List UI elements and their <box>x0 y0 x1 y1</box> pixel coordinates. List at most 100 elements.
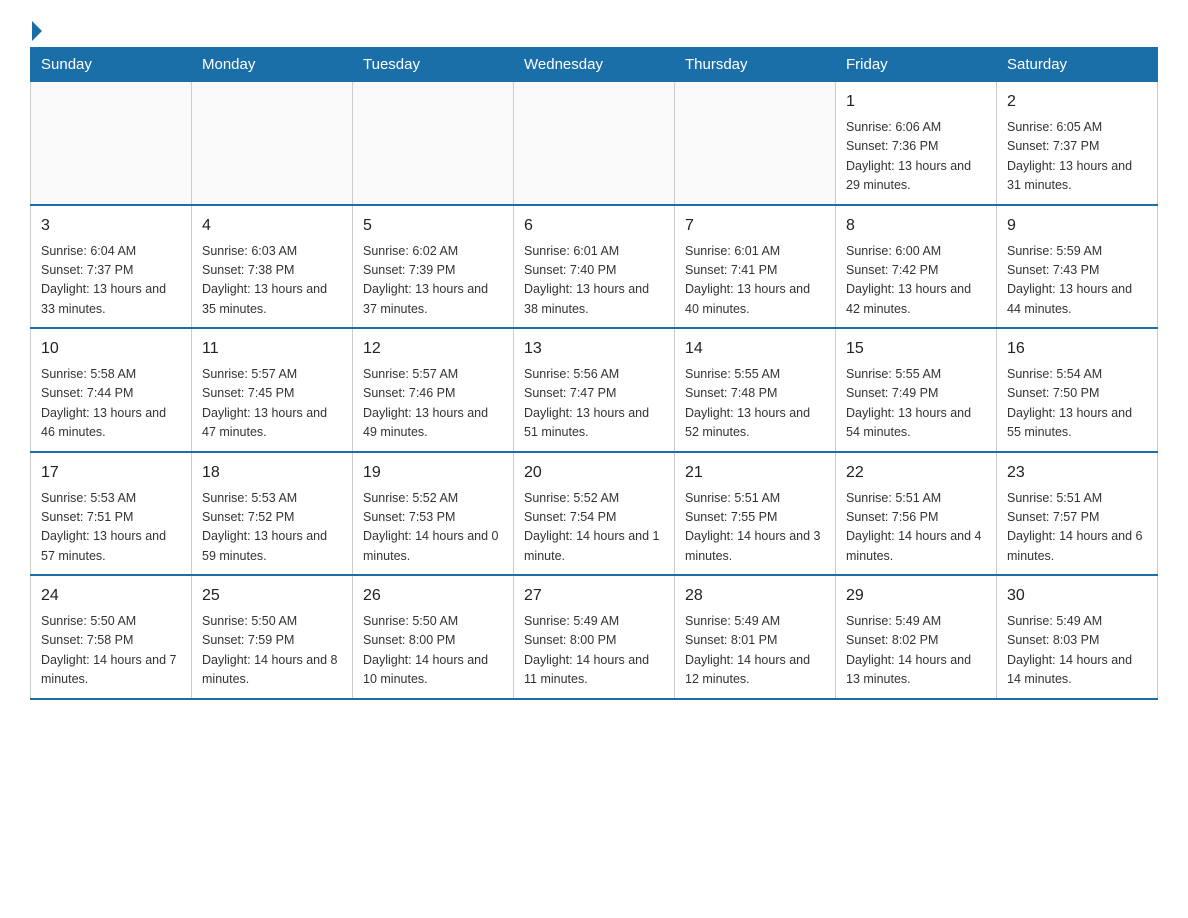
day-number: 28 <box>685 584 825 608</box>
day-info: Sunrise: 5:50 AM Sunset: 8:00 PM Dayligh… <box>363 612 503 690</box>
day-info: Sunrise: 5:53 AM Sunset: 7:52 PM Dayligh… <box>202 489 342 567</box>
week-row-1: 1Sunrise: 6:06 AM Sunset: 7:36 PM Daylig… <box>31 82 1158 205</box>
day-info: Sunrise: 5:57 AM Sunset: 7:45 PM Dayligh… <box>202 365 342 443</box>
calendar-cell: 7 Sunrise: 6:01 AM Sunset: 7:41 PM Daylig… <box>675 205 836 329</box>
week-row-5: 24 Sunrise: 5:50 AM Sunset: 7:58 PM Dayli… <box>31 575 1158 699</box>
weekday-header-saturday: Saturday <box>997 48 1158 82</box>
day-info: Sunrise: 5:49 AM Sunset: 8:03 PM Dayligh… <box>1007 612 1147 690</box>
calendar-cell: 29 Sunrise: 5:49 AM Sunset: 8:02 PM Dayli… <box>836 575 997 699</box>
day-info: Sunrise: 6:01 AM Sunset: 7:40 PM Dayligh… <box>524 242 664 320</box>
calendar-cell: 19Sunrise: 5:52 AM Sunset: 7:53 PM Dayli… <box>353 452 514 576</box>
day-info: Sunrise: 6:00 AM Sunset: 7:42 PM Dayligh… <box>846 242 986 320</box>
calendar-cell: 22 Sunrise: 5:51 AM Sunset: 7:56 PM Dayli… <box>836 452 997 576</box>
logo-general-text <box>30 25 42 41</box>
day-info: Sunrise: 6:02 AM Sunset: 7:39 PM Dayligh… <box>363 242 503 320</box>
weekday-header-wednesday: Wednesday <box>514 48 675 82</box>
calendar-table: SundayMondayTuesdayWednesdayThursdayFrid… <box>30 47 1158 700</box>
calendar-cell: 30 Sunrise: 5:49 AM Sunset: 8:03 PM Dayli… <box>997 575 1158 699</box>
day-number: 13 <box>524 337 664 361</box>
calendar-cell: 17 Sunrise: 5:53 AM Sunset: 7:51 PM Dayli… <box>31 452 192 576</box>
logo-arrow-icon <box>32 21 42 41</box>
calendar-cell <box>353 82 514 205</box>
calendar-cell: 20 Sunrise: 5:52 AM Sunset: 7:54 PM Dayli… <box>514 452 675 576</box>
day-number: 12 <box>363 337 503 361</box>
day-info: Sunrise: 5:56 AM Sunset: 7:47 PM Dayligh… <box>524 365 664 443</box>
day-number: 22 <box>846 461 986 485</box>
day-number: 25 <box>202 584 342 608</box>
calendar-cell: 1Sunrise: 6:06 AM Sunset: 7:36 PM Daylig… <box>836 82 997 205</box>
day-info: Sunrise: 5:49 AM Sunset: 8:01 PM Dayligh… <box>685 612 825 690</box>
calendar-cell: 3 Sunrise: 6:04 AM Sunset: 7:37 PM Daylig… <box>31 205 192 329</box>
day-number: 10 <box>41 337 181 361</box>
calendar-cell: 25 Sunrise: 5:50 AM Sunset: 7:59 PM Dayli… <box>192 575 353 699</box>
day-number: 7 <box>685 214 825 238</box>
day-number: 1 <box>846 90 986 114</box>
day-number: 3 <box>41 214 181 238</box>
day-number: 8 <box>846 214 986 238</box>
calendar-cell: 10Sunrise: 5:58 AM Sunset: 7:44 PM Dayli… <box>31 328 192 452</box>
week-row-4: 17 Sunrise: 5:53 AM Sunset: 7:51 PM Dayli… <box>31 452 1158 576</box>
weekday-header-monday: Monday <box>192 48 353 82</box>
week-row-2: 3 Sunrise: 6:04 AM Sunset: 7:37 PM Daylig… <box>31 205 1158 329</box>
calendar-cell: 2Sunrise: 6:05 AM Sunset: 7:37 PM Daylig… <box>997 82 1158 205</box>
calendar-cell <box>192 82 353 205</box>
calendar-cell <box>31 82 192 205</box>
day-number: 24 <box>41 584 181 608</box>
calendar-cell: 14Sunrise: 5:55 AM Sunset: 7:48 PM Dayli… <box>675 328 836 452</box>
calendar-cell: 8 Sunrise: 6:00 AM Sunset: 7:42 PM Daylig… <box>836 205 997 329</box>
week-row-3: 10Sunrise: 5:58 AM Sunset: 7:44 PM Dayli… <box>31 328 1158 452</box>
calendar-cell: 9 Sunrise: 5:59 AM Sunset: 7:43 PM Daylig… <box>997 205 1158 329</box>
day-number: 29 <box>846 584 986 608</box>
day-info: Sunrise: 5:51 AM Sunset: 7:56 PM Dayligh… <box>846 489 986 567</box>
day-number: 16 <box>1007 337 1147 361</box>
calendar-cell <box>514 82 675 205</box>
calendar-cell: 26 Sunrise: 5:50 AM Sunset: 8:00 PM Dayli… <box>353 575 514 699</box>
day-info: Sunrise: 6:05 AM Sunset: 7:37 PM Dayligh… <box>1007 118 1147 196</box>
calendar-cell: 23 Sunrise: 5:51 AM Sunset: 7:57 PM Dayli… <box>997 452 1158 576</box>
day-info: Sunrise: 6:04 AM Sunset: 7:37 PM Dayligh… <box>41 242 181 320</box>
day-info: Sunrise: 6:01 AM Sunset: 7:41 PM Dayligh… <box>685 242 825 320</box>
page-header <box>30 20 1158 37</box>
day-number: 21 <box>685 461 825 485</box>
day-number: 20 <box>524 461 664 485</box>
day-info: Sunrise: 5:59 AM Sunset: 7:43 PM Dayligh… <box>1007 242 1147 320</box>
calendar-cell: 21Sunrise: 5:51 AM Sunset: 7:55 PM Dayli… <box>675 452 836 576</box>
day-info: Sunrise: 5:49 AM Sunset: 8:02 PM Dayligh… <box>846 612 986 690</box>
day-number: 27 <box>524 584 664 608</box>
weekday-header-thursday: Thursday <box>675 48 836 82</box>
day-number: 17 <box>41 461 181 485</box>
day-number: 9 <box>1007 214 1147 238</box>
day-number: 11 <box>202 337 342 361</box>
day-number: 30 <box>1007 584 1147 608</box>
day-info: Sunrise: 5:50 AM Sunset: 7:59 PM Dayligh… <box>202 612 342 690</box>
calendar-cell: 5 Sunrise: 6:02 AM Sunset: 7:39 PM Daylig… <box>353 205 514 329</box>
calendar-cell: 12 Sunrise: 5:57 AM Sunset: 7:46 PM Dayli… <box>353 328 514 452</box>
day-number: 15 <box>846 337 986 361</box>
calendar-cell: 15Sunrise: 5:55 AM Sunset: 7:49 PM Dayli… <box>836 328 997 452</box>
day-number: 6 <box>524 214 664 238</box>
day-info: Sunrise: 5:57 AM Sunset: 7:46 PM Dayligh… <box>363 365 503 443</box>
day-number: 18 <box>202 461 342 485</box>
day-info: Sunrise: 5:53 AM Sunset: 7:51 PM Dayligh… <box>41 489 181 567</box>
day-info: Sunrise: 5:54 AM Sunset: 7:50 PM Dayligh… <box>1007 365 1147 443</box>
logo <box>30 20 42 37</box>
calendar-cell: 11 Sunrise: 5:57 AM Sunset: 7:45 PM Dayli… <box>192 328 353 452</box>
day-number: 5 <box>363 214 503 238</box>
day-info: Sunrise: 5:52 AM Sunset: 7:53 PM Dayligh… <box>363 489 503 567</box>
day-info: Sunrise: 5:52 AM Sunset: 7:54 PM Dayligh… <box>524 489 664 567</box>
day-number: 23 <box>1007 461 1147 485</box>
calendar-cell: 27 Sunrise: 5:49 AM Sunset: 8:00 PM Dayli… <box>514 575 675 699</box>
day-info: Sunrise: 5:51 AM Sunset: 7:57 PM Dayligh… <box>1007 489 1147 567</box>
day-info: Sunrise: 5:49 AM Sunset: 8:00 PM Dayligh… <box>524 612 664 690</box>
day-number: 4 <box>202 214 342 238</box>
calendar-cell: 18 Sunrise: 5:53 AM Sunset: 7:52 PM Dayli… <box>192 452 353 576</box>
day-info: Sunrise: 5:50 AM Sunset: 7:58 PM Dayligh… <box>41 612 181 690</box>
calendar-cell: 13 Sunrise: 5:56 AM Sunset: 7:47 PM Dayli… <box>514 328 675 452</box>
weekday-header-sunday: Sunday <box>31 48 192 82</box>
weekday-header-tuesday: Tuesday <box>353 48 514 82</box>
day-number: 26 <box>363 584 503 608</box>
calendar-cell: 4Sunrise: 6:03 AM Sunset: 7:38 PM Daylig… <box>192 205 353 329</box>
weekday-header-friday: Friday <box>836 48 997 82</box>
calendar-cell: 16 Sunrise: 5:54 AM Sunset: 7:50 PM Dayli… <box>997 328 1158 452</box>
day-info: Sunrise: 5:55 AM Sunset: 7:48 PM Dayligh… <box>685 365 825 443</box>
